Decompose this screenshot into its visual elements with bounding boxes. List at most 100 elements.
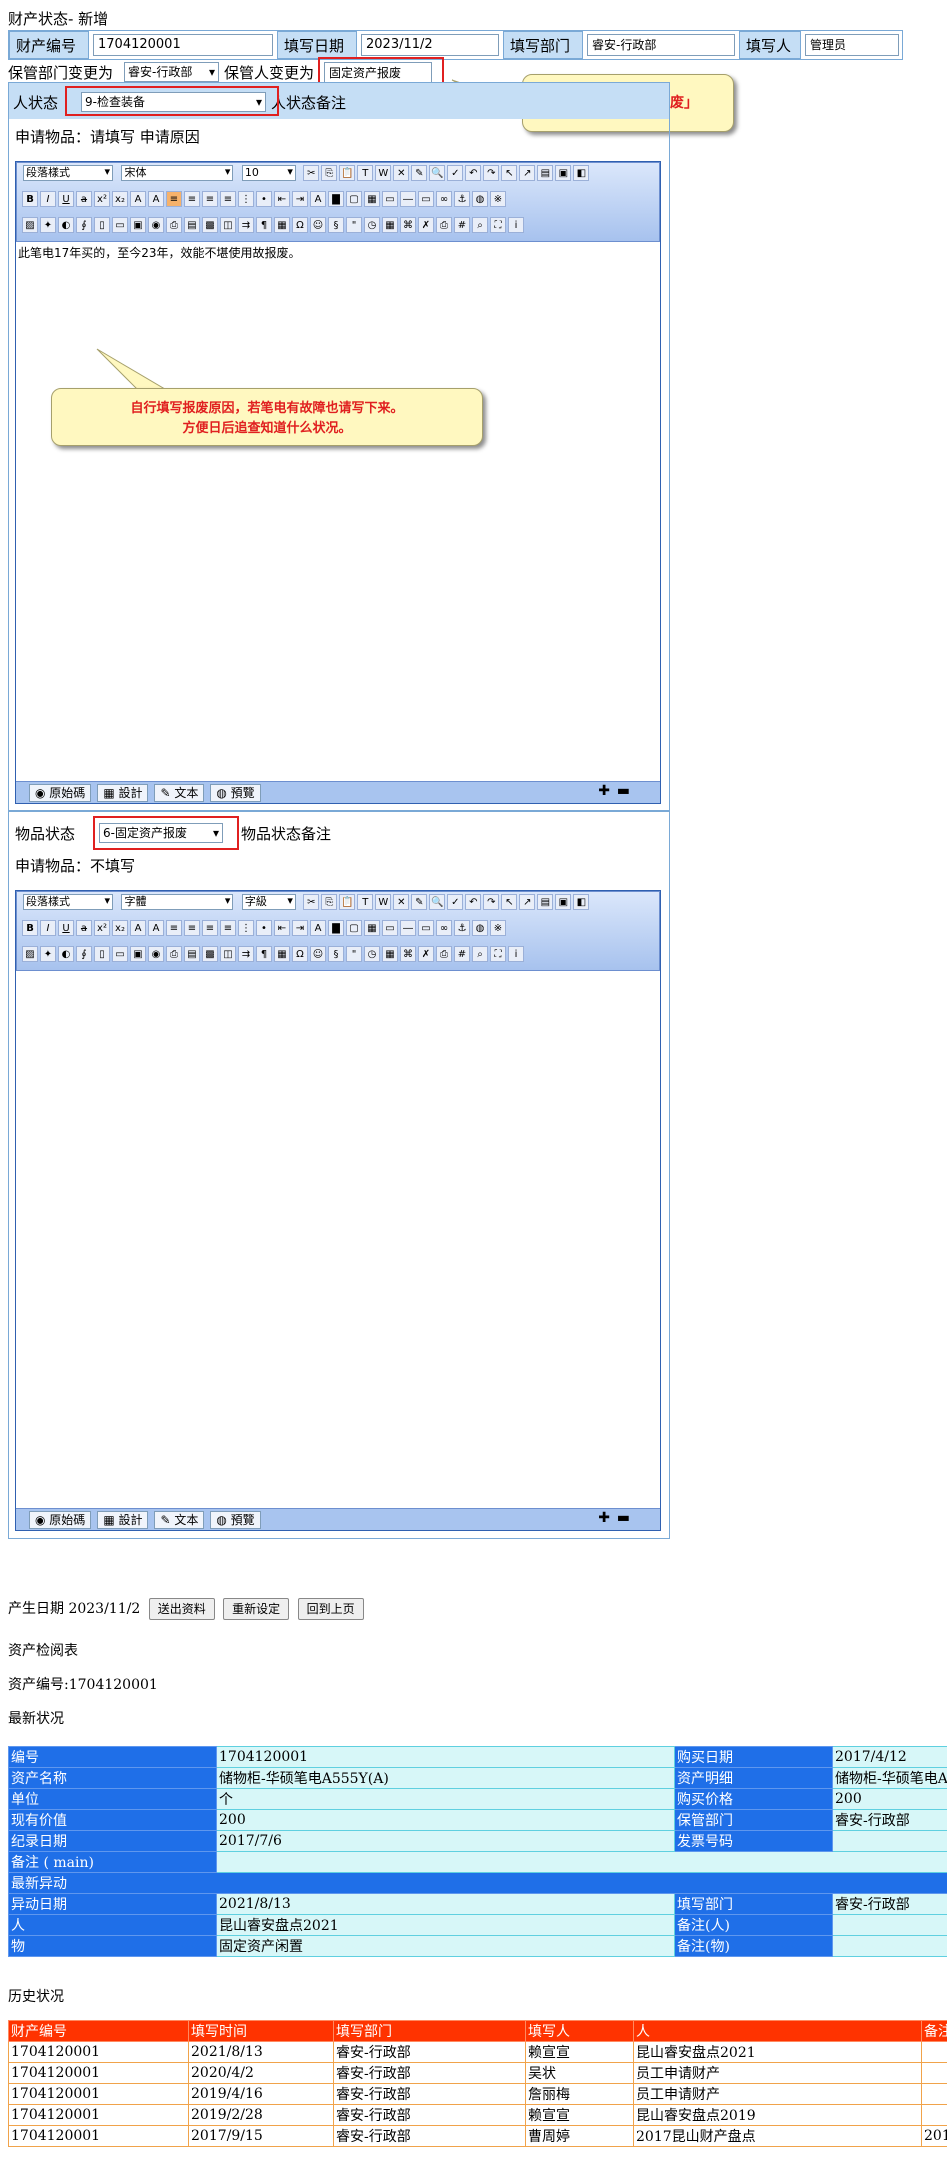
editor1-style-select[interactable]: 段落樣式 <box>23 165 113 181</box>
print-page-icon[interactable]: ⎙ <box>436 217 452 233</box>
indent-icon[interactable]: ⇥ <box>292 920 308 936</box>
reset-button[interactable]: 重新设定 <box>223 1598 290 1620</box>
bg-color-icon[interactable]: ▇ <box>328 191 344 207</box>
pointer-icon[interactable]: ↗ <box>519 894 536 910</box>
web-icon[interactable]: ◉ <box>148 946 164 962</box>
editor1-source-button[interactable]: ◉ 原始碼 <box>29 784 92 802</box>
paste-word-icon[interactable]: W <box>375 894 392 910</box>
symbol-icon[interactable]: § <box>328 217 344 233</box>
indent-icon[interactable]: ⇥ <box>292 191 308 207</box>
bold-icon[interactable]: B <box>22 191 38 207</box>
anchor-icon[interactable]: ⚓ <box>454 920 470 936</box>
image-icon[interactable]: ▣ <box>555 894 572 910</box>
textbox-icon[interactable]: ▭ <box>418 191 434 207</box>
border-icon[interactable]: ▢ <box>346 920 362 936</box>
insert-image-icon[interactable]: ▨ <box>22 217 38 233</box>
table-icon[interactable]: ▦ <box>364 920 380 936</box>
find-icon[interactable]: 🔍 <box>429 165 446 181</box>
time-icon[interactable]: ◷ <box>364 217 380 233</box>
outdent-icon[interactable]: ⇤ <box>274 920 290 936</box>
editor2-style-select[interactable]: 段落樣式 <box>23 894 113 910</box>
font-larger-icon[interactable]: A <box>148 191 164 207</box>
omega-icon[interactable]: Ω <box>292 217 308 233</box>
unordered-list-icon[interactable]: • <box>256 191 272 207</box>
redo-icon[interactable]: ↷ <box>483 165 500 181</box>
template-icon[interactable]: ▤ <box>537 165 554 181</box>
editor2-preview-button[interactable]: ◍ 預覽 <box>210 1511 261 1529</box>
spell-icon[interactable]: ✓ <box>447 894 464 910</box>
redo-icon[interactable]: ↷ <box>483 894 500 910</box>
select-icon[interactable]: ↖ <box>501 165 518 181</box>
date-icon[interactable]: ▦ <box>382 217 398 233</box>
table-grid-icon[interactable]: # <box>454 217 470 233</box>
anchor-icon[interactable]: ⚓ <box>454 191 470 207</box>
align-left-icon[interactable]: ≡ <box>166 920 182 936</box>
select-icon[interactable]: ↖ <box>501 894 518 910</box>
ordered-list-icon[interactable]: ⋮ <box>238 920 254 936</box>
align-justify-icon[interactable]: ≡ <box>220 191 236 207</box>
back-button[interactable]: 回到上页 <box>297 1598 364 1620</box>
file-icon[interactable]: ▯ <box>94 946 110 962</box>
editor1-text-button[interactable]: ✎ 文本 <box>154 784 205 802</box>
globe-icon[interactable]: ◍ <box>472 191 488 207</box>
submit-button[interactable]: 送出资料 <box>148 1598 215 1620</box>
attach-icon[interactable]: ∮ <box>76 217 92 233</box>
form-icon[interactable]: ▭ <box>382 920 398 936</box>
paste-word-icon[interactable]: W <box>375 165 392 181</box>
italic-icon[interactable]: I <box>40 191 56 207</box>
expand-icon[interactable]: ✚ <box>598 783 610 799</box>
flash-icon[interactable]: ✦ <box>40 946 56 962</box>
paste-text-icon[interactable]: T <box>357 165 374 181</box>
cut-icon[interactable]: ✂ <box>303 894 320 910</box>
undo-icon[interactable]: ↶ <box>465 894 482 910</box>
font-smaller-icon[interactable]: A <box>130 920 146 936</box>
editor2-font-select[interactable]: 字體 <box>121 894 234 910</box>
undo-icon[interactable]: ↶ <box>465 165 482 181</box>
border-icon[interactable]: ▢ <box>346 191 362 207</box>
paste-icon[interactable]: 📋 <box>339 894 356 910</box>
zoom-icon[interactable]: ⌕ <box>472 217 488 233</box>
expand-icon[interactable]: ✚ <box>598 1510 610 1526</box>
superscript-icon[interactable]: x² <box>94 920 110 936</box>
align-left-icon[interactable]: ≡ <box>166 191 182 207</box>
media-icon[interactable]: ◐ <box>58 217 74 233</box>
italic-icon[interactable]: I <box>40 920 56 936</box>
insert-image-icon[interactable]: ▨ <box>22 946 38 962</box>
box-icon[interactable]: ▣ <box>130 217 146 233</box>
smiley-icon[interactable]: ☺ <box>310 217 326 233</box>
align-right-icon[interactable]: ≡ <box>202 191 218 207</box>
strike-icon[interactable]: a <box>76 920 92 936</box>
template-icon[interactable]: ▤ <box>537 894 554 910</box>
paste-icon[interactable]: 📋 <box>339 165 356 181</box>
print-icon[interactable]: ⎙ <box>166 217 182 233</box>
editor1-size-select[interactable]: 10 <box>241 165 296 181</box>
paragraph-icon[interactable]: ¶ <box>256 217 272 233</box>
text-color-icon[interactable]: A <box>310 920 326 936</box>
media-icon[interactable]: ◐ <box>58 946 74 962</box>
align-center-icon[interactable]: ≡ <box>184 920 200 936</box>
pointer-icon[interactable]: ↗ <box>519 165 536 181</box>
preview-icon[interactable]: ◫ <box>220 946 236 962</box>
find-icon[interactable]: 🔍 <box>429 894 446 910</box>
hr-icon[interactable]: ― <box>400 920 416 936</box>
editor2-source-button[interactable]: ◉ 原始碼 <box>29 1511 92 1529</box>
fill-dept-input[interactable]: 睿安-行政部 <box>587 34 735 56</box>
bold-icon[interactable]: B <box>22 920 38 936</box>
grid-icon[interactable]: ▦ <box>274 217 290 233</box>
editor1-preview-button[interactable]: ◍ 預覽 <box>210 784 261 802</box>
link-icon[interactable]: ∞ <box>436 191 452 207</box>
custodian-input[interactable]: 固定资产报废 <box>324 62 432 83</box>
editor1-content[interactable]: 此笔电17年买的，至今23年，效能不堪使用故报废。 <box>18 244 658 261</box>
cut-icon[interactable]: ✂ <box>303 165 320 181</box>
textbox-icon[interactable]: ▭ <box>418 920 434 936</box>
date-icon[interactable]: ▦ <box>382 946 398 962</box>
quote-icon[interactable]: " <box>346 946 362 962</box>
paste-text-icon[interactable]: T <box>357 894 374 910</box>
bg-color-icon[interactable]: ▇ <box>328 920 344 936</box>
info-icon[interactable]: i <box>508 946 524 962</box>
item-status-select[interactable]: 6-固定资产报废 <box>99 823 223 843</box>
paragraph-icon[interactable]: ¶ <box>256 946 272 962</box>
print-icon[interactable]: ⎙ <box>166 946 182 962</box>
editor2-text-button[interactable]: ✎ 文本 <box>154 1511 205 1529</box>
omega-icon[interactable]: Ω <box>292 946 308 962</box>
